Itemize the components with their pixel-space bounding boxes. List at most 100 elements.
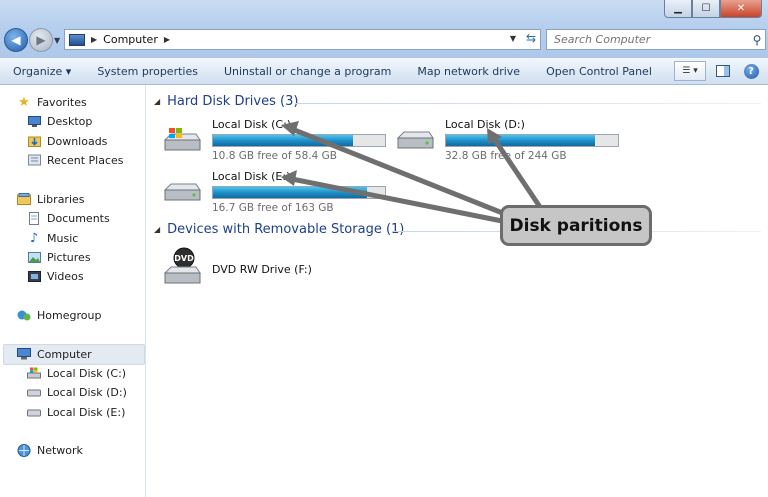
drive-name: Local Disk (E:): [212, 170, 291, 183]
drive-usage-fill: [213, 135, 354, 146]
network-icon: [17, 443, 31, 457]
dvd-drive-icon: DVD: [163, 247, 201, 284]
address-path[interactable]: Computer: [103, 33, 158, 46]
drive-free-space: 32.8 GB free of 244 GB: [445, 150, 567, 162]
uninstall-program-button[interactable]: Uninstall or change a program: [211, 65, 404, 78]
map-network-drive-button[interactable]: Map network drive: [404, 65, 533, 78]
close-button[interactable]: ✕: [720, 0, 762, 18]
chevron-down-icon: ▾: [693, 66, 698, 76]
collapse-triangle-icon[interactable]: ◢: [154, 225, 160, 234]
back-button[interactable]: ◀: [4, 28, 28, 52]
drive-usage-bar: [212, 186, 386, 199]
nav-music[interactable]: ♪ Music: [27, 230, 79, 246]
nav-label: Favorites: [37, 95, 87, 109]
nav-videos[interactable]: Videos: [27, 269, 84, 283]
address-bar[interactable]: ▶ Computer ▶ ▼ ⇆: [64, 29, 541, 50]
chevron-right-icon[interactable]: ▶: [91, 35, 97, 44]
drive-free-space: 16.7 GB free of 163 GB: [212, 202, 334, 214]
drive-name: DVD RW Drive (F:): [212, 263, 312, 276]
nav-local-disk-d[interactable]: Local Disk (D:): [27, 385, 127, 399]
chevron-right-icon[interactable]: ▶: [164, 35, 170, 44]
drive-usage-bar: [445, 134, 619, 147]
nav-label: Music: [47, 231, 79, 245]
help-button[interactable]: ?: [740, 62, 762, 80]
nav-downloads[interactable]: Downloads: [27, 134, 107, 148]
nav-label: Desktop: [47, 114, 93, 128]
search-input[interactable]: [552, 32, 749, 47]
nav-homegroup[interactable]: Homegroup: [17, 308, 101, 322]
drive-name: Local Disk (C:): [212, 118, 292, 131]
preview-pane-button[interactable]: [712, 62, 734, 80]
disk-partitions-callout: Disk paritions: [500, 205, 652, 246]
drive-free-space: 10.8 GB free of 58.4 GB: [212, 150, 337, 162]
system-drive-icon: [27, 366, 41, 380]
hard-drive-icon: [27, 405, 41, 419]
window-title-bar: ▁ ☐ ✕ ◀ ▶ ▼ ▶ Computer ▶ ▼ ⇆ ⚲: [0, 0, 768, 58]
search-icon[interactable]: ⚲: [749, 33, 765, 47]
forward-arrow-icon: ▶: [36, 33, 46, 47]
nav-label: Documents: [47, 211, 110, 225]
nav-label: Network: [37, 443, 83, 457]
homegroup-icon: [17, 308, 31, 322]
forward-button[interactable]: ▶: [29, 28, 53, 52]
nav-local-disk-c[interactable]: Local Disk (C:): [27, 366, 126, 380]
maximize-button[interactable]: ☐: [692, 0, 720, 18]
view-list-icon: ☰: [682, 66, 691, 76]
organize-button[interactable]: Organize ▾: [0, 65, 84, 78]
recent-places-icon: [27, 153, 41, 167]
nav-label: Local Disk (E:): [47, 405, 126, 419]
collapse-triangle-icon[interactable]: ◢: [154, 97, 160, 106]
nav-label: Downloads: [47, 134, 108, 148]
nav-label: Videos: [47, 269, 84, 283]
nav-label: Local Disk (D:): [47, 385, 127, 399]
dvd-icon-label: DVD: [174, 254, 194, 263]
nav-local-disk-e[interactable]: Local Disk (E:): [27, 405, 125, 419]
nav-documents[interactable]: Documents: [27, 211, 110, 225]
command-toolbar: Organize ▾ System properties Uninstall o…: [0, 58, 768, 85]
drive-usage-bar: [212, 134, 386, 147]
system-drive-icon: [163, 128, 201, 151]
nav-label: Homegroup: [37, 308, 102, 322]
drive-tile[interactable]: Local Disk (E:) 16.7 GB free of 163 GB: [162, 170, 392, 218]
navigation-pane: ★ Favorites Desktop Downloads Recent Pla…: [0, 85, 146, 497]
refresh-icon[interactable]: ⇆: [526, 31, 536, 45]
change-view-button[interactable]: ☰ ▾: [674, 61, 706, 81]
help-icon: ?: [743, 63, 759, 79]
removable-storage-header[interactable]: ◢ Devices with Removable Storage (1): [154, 222, 404, 237]
drive-name: Local Disk (D:): [445, 118, 525, 131]
music-note-icon: ♪: [29, 230, 39, 246]
desktop-icon: [27, 114, 41, 128]
nav-pictures[interactable]: Pictures: [27, 250, 91, 264]
star-icon: ★: [18, 94, 30, 110]
system-properties-button[interactable]: System properties: [84, 65, 211, 78]
back-arrow-icon: ◀: [11, 33, 21, 47]
search-box[interactable]: ⚲: [546, 29, 766, 50]
group-header-label: Hard Disk Drives (3): [167, 94, 299, 109]
nav-recent-places[interactable]: Recent Places: [27, 153, 124, 167]
nav-favorites[interactable]: ★ Favorites: [17, 94, 87, 110]
nav-label: Computer: [37, 347, 92, 361]
nav-computer[interactable]: Computer: [17, 347, 92, 361]
drive-usage-fill: [446, 135, 595, 146]
nav-libraries[interactable]: Libraries: [17, 192, 85, 206]
group-divider: [296, 103, 761, 104]
hard-drive-icon: [27, 385, 41, 399]
minimize-button[interactable]: ▁: [664, 0, 692, 18]
hard-disk-drives-header[interactable]: ◢ Hard Disk Drives (3): [154, 94, 298, 109]
nav-network[interactable]: Network: [17, 443, 83, 457]
drive-usage-fill: [213, 187, 368, 198]
nav-label: Recent Places: [47, 153, 124, 167]
nav-label: Libraries: [37, 192, 85, 206]
recent-pages-dropdown-icon[interactable]: ▼: [54, 36, 60, 45]
address-dropdown-icon[interactable]: ▼: [510, 34, 516, 43]
toolbar-right-group: ☰ ▾ ?: [674, 61, 762, 81]
downloads-folder-icon: [27, 134, 41, 148]
libraries-icon: [17, 192, 31, 206]
drive-tile[interactable]: Local Disk (D:) 32.8 GB free of 244 GB: [395, 118, 625, 166]
nav-desktop[interactable]: Desktop: [27, 114, 92, 128]
open-control-panel-button[interactable]: Open Control Panel: [533, 65, 665, 78]
drive-tile[interactable]: Local Disk (C:) 10.8 GB free of 58.4 GB: [162, 118, 392, 166]
dvd-drive-tile[interactable]: DVD DVD RW Drive (F:): [162, 247, 392, 301]
content-area: ◢ Hard Disk Drives (3) Local Disk (C:) 1…: [146, 85, 768, 497]
caption-buttons: ▁ ☐ ✕: [664, 0, 762, 18]
